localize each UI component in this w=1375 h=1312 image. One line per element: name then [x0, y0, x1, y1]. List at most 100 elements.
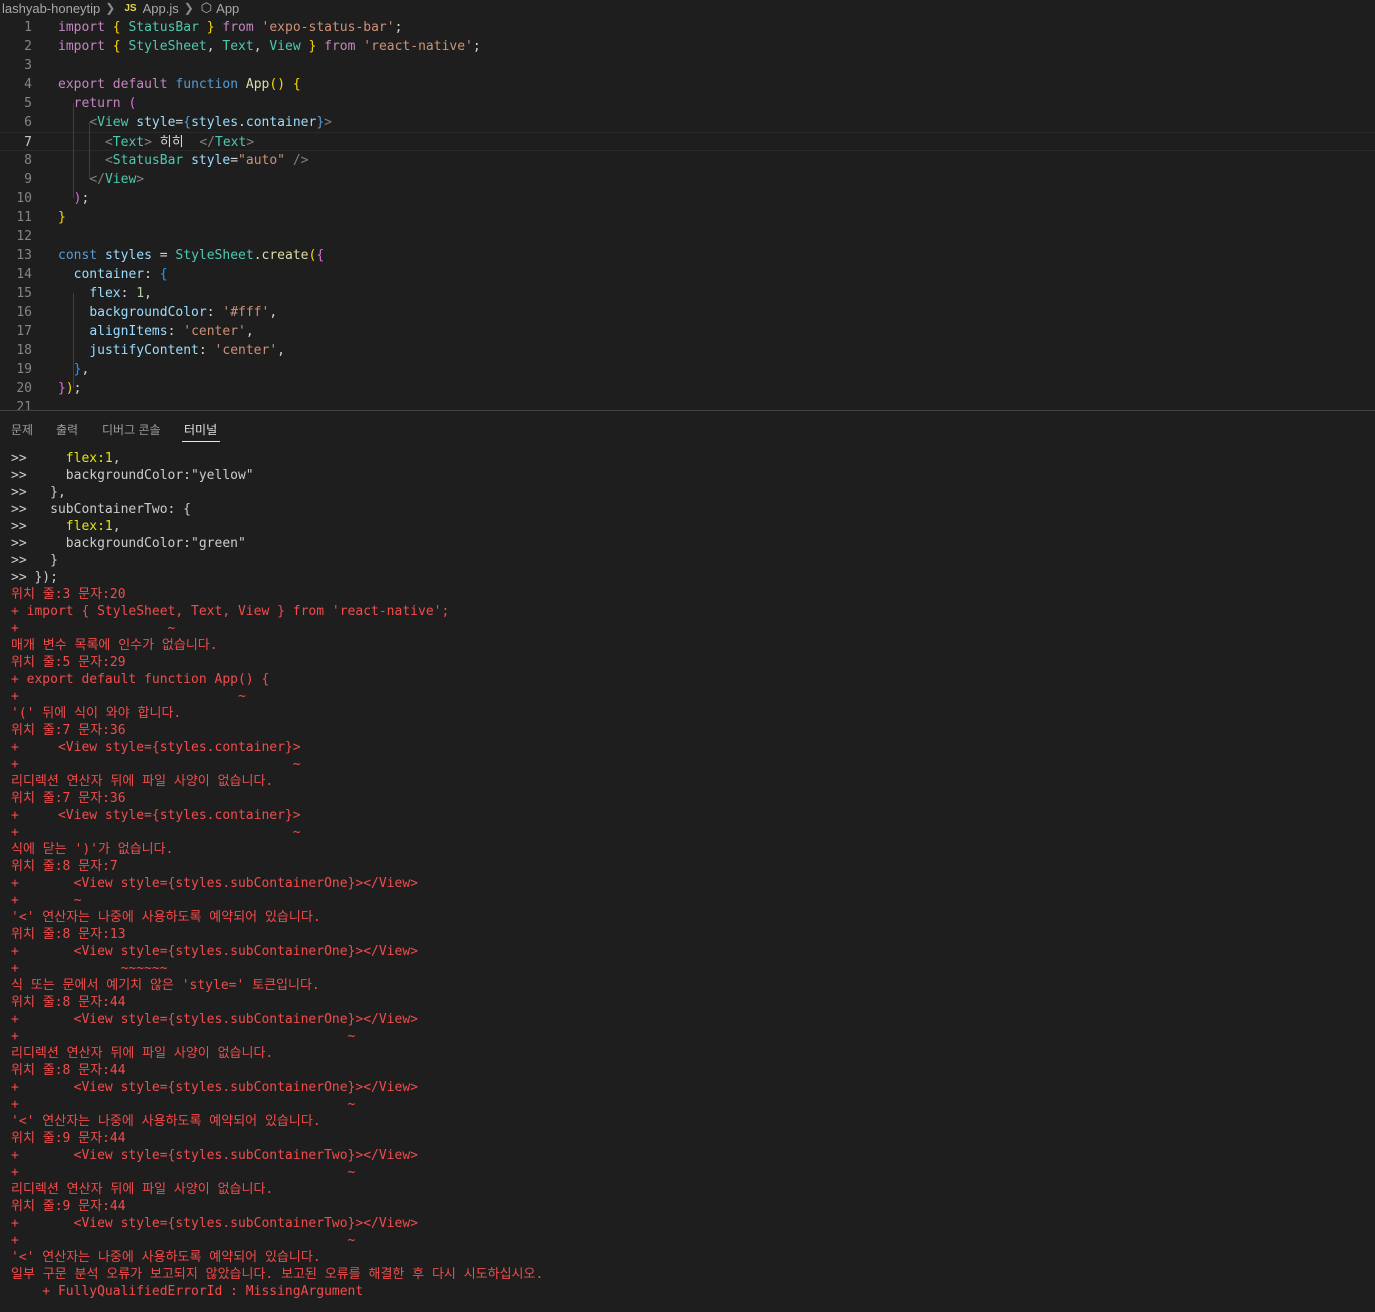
- terminal-line[interactable]: >> backgroundColor:"green": [11, 535, 246, 552]
- terminal-error-line[interactable]: + <View style={styles.subContainerTwo}><…: [11, 1147, 418, 1164]
- terminal-error-line[interactable]: '<' 연산자는 나중에 사용하도록 예약되어 있습니다.: [11, 1249, 321, 1266]
- terminal-error-line[interactable]: + ~: [11, 688, 246, 705]
- code-line[interactable]: 7 <Text> 히히 </Text>: [0, 132, 1375, 151]
- terminal-error-line[interactable]: 위치 줄:8 문자:44: [11, 994, 126, 1011]
- breadcrumb-folder[interactable]: lashyab-honeytip: [0, 1, 102, 16]
- terminal-error-line[interactable]: + FullyQualifiedErrorId : MissingArgumen…: [11, 1283, 363, 1300]
- terminal-error-line[interactable]: + export default function App() {: [11, 671, 269, 688]
- terminal-error-line[interactable]: + ~: [11, 756, 301, 773]
- code-text[interactable]: return (: [58, 94, 137, 113]
- line-number[interactable]: 8: [0, 151, 32, 170]
- terminal-line[interactable]: >> backgroundColor:"yellow": [11, 467, 254, 484]
- code-line[interactable]: 15 flex: 1,: [0, 284, 1375, 303]
- line-number[interactable]: 2: [0, 37, 32, 56]
- breadcrumb-symbol[interactable]: App: [214, 1, 241, 16]
- terminal-error-line[interactable]: + ~: [11, 824, 301, 841]
- code-line[interactable]: 18 justifyContent: 'center',: [0, 341, 1375, 360]
- tab-terminal[interactable]: 터미널: [181, 421, 221, 442]
- line-number[interactable]: 3: [0, 56, 32, 75]
- terminal-error-line[interactable]: 위치 줄:9 문자:44: [11, 1130, 126, 1147]
- terminal-error-line[interactable]: + <View style={styles.subContainerOne}><…: [11, 1079, 418, 1096]
- terminal-error-line[interactable]: + <View style={styles.container}>: [11, 807, 301, 824]
- terminal-error-line[interactable]: 리디렉션 연산자 뒤에 파일 사양이 없습니다.: [11, 773, 273, 790]
- terminal-error-line[interactable]: 위치 줄:8 문자:7: [11, 858, 118, 875]
- terminal-error-line[interactable]: + <View style={styles.container}>: [11, 739, 301, 756]
- code-text[interactable]: <Text> 히히 </Text>: [58, 133, 254, 152]
- panel-divider[interactable]: [0, 410, 1375, 411]
- terminal-error-line[interactable]: 위치 줄:5 문자:29: [11, 654, 126, 671]
- terminal-error-line[interactable]: 위치 줄:7 문자:36: [11, 722, 126, 739]
- terminal-line[interactable]: >> flex:1,: [11, 450, 121, 467]
- terminal-error-line[interactable]: + ~: [11, 1232, 355, 1249]
- code-line[interactable]: 9 </View>: [0, 170, 1375, 189]
- terminal-error-line[interactable]: 일부 구문 분석 오류가 보고되지 않았습니다. 보고된 오류를 해결한 후 다…: [11, 1266, 543, 1283]
- line-number[interactable]: 9: [0, 170, 32, 189]
- terminal-error-line[interactable]: 위치 줄:3 문자:20: [11, 586, 126, 603]
- code-line[interactable]: 3: [0, 56, 1375, 75]
- code-line[interactable]: 14 container: {: [0, 265, 1375, 284]
- code-text[interactable]: </View>: [58, 170, 144, 189]
- tab-problems[interactable]: 문제: [11, 421, 33, 438]
- code-text[interactable]: import { StatusBar } from 'expo-status-b…: [58, 18, 402, 37]
- terminal-error-line[interactable]: 위치 줄:8 문자:13: [11, 926, 126, 943]
- line-number[interactable]: 6: [0, 113, 32, 132]
- terminal-error-line[interactable]: + <View style={styles.subContainerOne}><…: [11, 1011, 418, 1028]
- terminal-error-line[interactable]: + <View style={styles.subContainerTwo}><…: [11, 1215, 418, 1232]
- terminal-error-line[interactable]: 리디렉션 연산자 뒤에 파일 사양이 없습니다.: [11, 1181, 273, 1198]
- code-text[interactable]: backgroundColor: '#fff',: [58, 303, 277, 322]
- code-text[interactable]: }: [58, 208, 66, 227]
- code-text[interactable]: <StatusBar style="auto" />: [58, 151, 309, 170]
- code-line[interactable]: 2 import { StyleSheet, Text, View } from …: [0, 37, 1375, 56]
- code-line[interactable]: 4 export default function App() {: [0, 75, 1375, 94]
- code-text[interactable]: alignItems: 'center',: [58, 322, 253, 341]
- code-line[interactable]: 11}: [0, 208, 1375, 227]
- tab-output[interactable]: 출력: [56, 421, 78, 438]
- code-line[interactable]: 1 import { StatusBar } from 'expo-status-…: [0, 18, 1375, 37]
- code-line[interactable]: 21: [0, 398, 1375, 410]
- code-text[interactable]: <View style={styles.container}>: [58, 113, 332, 132]
- line-number[interactable]: 10: [0, 189, 32, 208]
- line-number[interactable]: 16: [0, 303, 32, 322]
- code-text[interactable]: });: [58, 379, 81, 398]
- terminal-error-line[interactable]: + ~: [11, 1096, 355, 1113]
- terminal-error-line[interactable]: + ~: [11, 1028, 355, 1045]
- code-text[interactable]: import { StyleSheet, Text, View } from '…: [58, 37, 481, 56]
- terminal-error-line[interactable]: 위치 줄:8 문자:44: [11, 1062, 126, 1079]
- terminal-error-line[interactable]: 식 또는 문에서 예기치 않은 'style=' 토큰입니다.: [11, 977, 320, 994]
- line-number[interactable]: 4: [0, 75, 32, 94]
- terminal-error-line[interactable]: + import { StyleSheet, Text, View } from…: [11, 603, 449, 620]
- line-number[interactable]: 21: [0, 398, 32, 410]
- line-number[interactable]: 20: [0, 379, 32, 398]
- terminal-error-line[interactable]: '<' 연산자는 나중에 사용하도록 예약되어 있습니다.: [11, 1113, 321, 1130]
- code-line[interactable]: 20});: [0, 379, 1375, 398]
- terminal-error-line[interactable]: '(' 뒤에 식이 와야 합니다.: [11, 705, 181, 722]
- terminal-error-line[interactable]: 식에 닫는 ')'가 없습니다.: [11, 841, 173, 858]
- code-line[interactable]: 17 alignItems: 'center',: [0, 322, 1375, 341]
- terminal-error-line[interactable]: + ~: [11, 620, 175, 637]
- line-number[interactable]: 17: [0, 322, 32, 341]
- terminal-line[interactable]: >> flex:1,: [11, 518, 121, 535]
- breadcrumb-file[interactable]: App.js: [141, 1, 181, 16]
- code-editor[interactable]: 1 import { StatusBar } from 'expo-status-…: [0, 18, 1375, 410]
- terminal-line[interactable]: >> },: [11, 484, 66, 501]
- line-number[interactable]: 7: [0, 133, 32, 152]
- line-number[interactable]: 19: [0, 360, 32, 379]
- code-line[interactable]: 13 const styles = StyleSheet.create({: [0, 246, 1375, 265]
- terminal-line[interactable]: >> subContainerTwo: {: [11, 501, 191, 518]
- code-line[interactable]: 5 return (: [0, 94, 1375, 113]
- terminal-error-line[interactable]: 리디렉션 연산자 뒤에 파일 사양이 없습니다.: [11, 1045, 273, 1062]
- code-text[interactable]: export default function App() {: [58, 75, 301, 94]
- tab-debug-console[interactable]: 디버그 콘솔: [102, 421, 161, 438]
- code-line[interactable]: 6 <View style={styles.container}>: [0, 113, 1375, 132]
- line-number[interactable]: 12: [0, 227, 32, 246]
- terminal-error-line[interactable]: + ~: [11, 892, 81, 909]
- terminal-line[interactable]: >> }: [11, 552, 58, 569]
- code-line[interactable]: 10 );: [0, 189, 1375, 208]
- terminal-error-line[interactable]: 매개 변수 목록에 인수가 없습니다.: [11, 637, 218, 654]
- code-text[interactable]: container: {: [58, 265, 168, 284]
- terminal-error-line[interactable]: '<' 연산자는 나중에 사용하도록 예약되어 있습니다.: [11, 909, 321, 926]
- terminal-output[interactable]: >> flex:1, >> backgroundColor:"yellow" >> …: [0, 450, 1375, 1312]
- terminal-error-line[interactable]: + ~~~~~~: [11, 960, 168, 977]
- code-text[interactable]: justifyContent: 'center',: [58, 341, 285, 360]
- code-line[interactable]: 19 },: [0, 360, 1375, 379]
